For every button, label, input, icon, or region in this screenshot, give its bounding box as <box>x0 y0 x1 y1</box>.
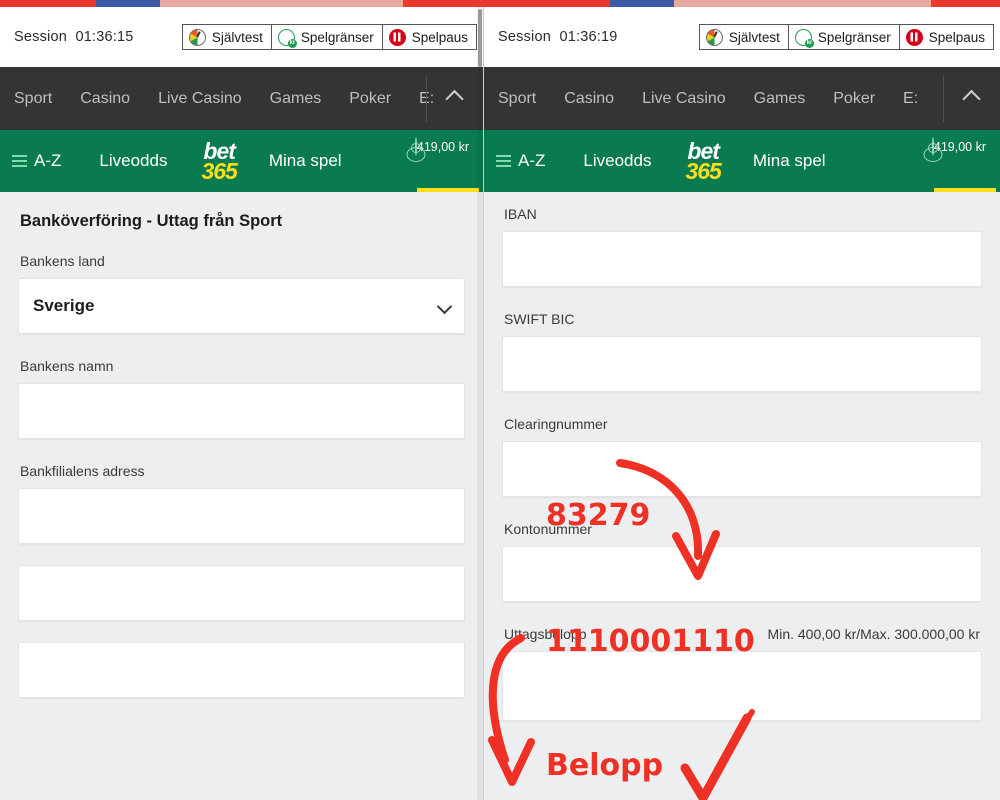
session-bar-right: Session 01:36:19 Självtest Spelgränser S… <box>484 7 1000 67</box>
nav-item-liveodds[interactable]: Liveodds <box>583 151 651 171</box>
account-balance-button-left[interactable]: 419,00 kr <box>414 137 469 156</box>
nav-item-liveodds[interactable]: Liveodds <box>99 151 167 171</box>
chevron-up-icon[interactable] <box>962 89 981 108</box>
spelpaus-button-left[interactable]: Spelpaus <box>381 24 477 50</box>
nav-divider <box>426 75 427 122</box>
hamburger-icon <box>496 155 511 167</box>
browser-tab-segment-blue-1 <box>96 0 160 7</box>
uttagsbelopp-limits: Min. 400,00 kr/Max. 300.000,00 kr <box>767 626 980 642</box>
nav-item-casino[interactable]: Casino <box>564 90 614 108</box>
sjalvtest-button-right[interactable]: Självtest <box>698 24 788 50</box>
page-title: Banköverföring - Uttag från Sport <box>20 212 283 230</box>
primary-nav-right: Sport Casino Live Casino Games Poker E: <box>484 67 1000 130</box>
a-z-label: A-Z <box>518 151 546 170</box>
screenshot-root: Session 01:36:15 Självtest Spelgränser S… <box>0 0 1000 800</box>
account-balance-button-right[interactable]: 419,00 kr <box>931 137 986 156</box>
browser-tab-segment-blue-2 <box>610 0 674 7</box>
primary-nav-left: Sport Casino Live Casino Games Poker E: <box>0 67 483 130</box>
coin-kr-icon <box>277 28 297 48</box>
nav-item-sport[interactable]: Sport <box>498 90 536 108</box>
pause-icon <box>905 28 923 46</box>
bankfilialens-adress-input-1[interactable] <box>18 488 465 544</box>
a-z-label: A-Z <box>34 151 62 170</box>
nav-item-live-casino[interactable]: Live Casino <box>642 90 726 108</box>
chevron-up-icon[interactable] <box>445 89 464 108</box>
nav-item-casino[interactable]: Casino <box>80 90 130 108</box>
spelpaus-label: Spelpaus <box>411 29 468 45</box>
bankens-land-value: Sverige <box>33 296 95 315</box>
bankfilialens-adress-input-3[interactable] <box>18 642 465 698</box>
session-timer-right: Session 01:36:19 <box>498 29 618 45</box>
spelgranser-label: Spelgränser <box>817 29 891 45</box>
nav-item-games[interactable]: Games <box>270 90 322 108</box>
nav-item-poker[interactable]: Poker <box>833 90 875 108</box>
brand-bar-right: A-Z Liveodds bet 365 Mina spel 419,00 kr <box>484 130 1000 192</box>
gauge-icon <box>188 28 206 46</box>
nav-item-poker[interactable]: Poker <box>349 90 391 108</box>
responsible-gaming-buttons-left: Självtest Spelgränser Spelpaus <box>181 24 477 50</box>
logo-365: 365 <box>201 158 237 184</box>
brand-bar-left: A-Z Liveodds bet 365 Mina spel 419,00 kr <box>0 130 483 192</box>
sidebar-item-a-z[interactable]: A-Z <box>496 151 545 171</box>
bankfilialens-adress-input-2[interactable] <box>18 565 465 621</box>
gauge-icon <box>705 28 723 46</box>
uttagsbelopp-label-row: Uttagsbelopp Min. 400,00 kr/Max. 300.000… <box>502 626 982 651</box>
label-uttagsbelopp: Uttagsbelopp <box>504 626 587 642</box>
spelpaus-label: Spelpaus <box>928 29 985 45</box>
nav-item-sport[interactable]: Sport <box>14 90 52 108</box>
iban-input[interactable] <box>502 231 982 287</box>
clearingnummer-input[interactable] <box>502 441 982 497</box>
nav-item-mina-spel[interactable]: Mina spel <box>269 151 342 171</box>
label-iban: IBAN <box>504 206 537 222</box>
label-kontonummer: Kontonummer <box>504 521 592 537</box>
bankens-land-select[interactable]: Sverige <box>18 278 465 334</box>
bet365-logo[interactable]: bet 365 <box>685 139 721 184</box>
bankens-namn-input[interactable] <box>18 383 465 439</box>
swift-bic-input[interactable] <box>502 336 982 392</box>
label-swift-bic: SWIFT BIC <box>504 311 575 327</box>
nav-divider <box>943 75 944 122</box>
user-avatar-icon <box>414 137 417 156</box>
nav-item-live-casino[interactable]: Live Casino <box>158 90 242 108</box>
kontonummer-input[interactable] <box>502 546 982 602</box>
browser-tab-segment-light-1 <box>160 0 403 7</box>
spelgranser-button-left[interactable]: Spelgränser <box>270 24 382 50</box>
sjalvtest-button-left[interactable]: Självtest <box>181 24 271 50</box>
phone-panel-left: Session 01:36:15 Självtest Spelgränser S… <box>0 7 483 800</box>
hamburger-icon <box>12 155 27 167</box>
withdrawal-form-left: Banköverföring - Uttag från Sport Banken… <box>0 192 483 800</box>
responsible-gaming-buttons-right: Självtest Spelgränser Spelpaus <box>698 24 994 50</box>
nav-item-esports[interactable]: E: <box>903 90 918 108</box>
nav-item-mina-spel[interactable]: Mina spel <box>753 151 826 171</box>
uttagsbelopp-input[interactable] <box>502 651 982 721</box>
withdrawal-form-right: IBAN SWIFT BIC Clearingnummer Kontonumme… <box>484 192 1000 800</box>
bet365-logo[interactable]: bet 365 <box>201 139 237 184</box>
session-bar-left: Session 01:36:15 Självtest Spelgränser S… <box>0 7 483 67</box>
session-timer-left: Session 01:36:15 <box>14 29 134 45</box>
browser-top-strip <box>0 0 1000 7</box>
label-clearingnummer: Clearingnummer <box>504 416 608 432</box>
label-bankfilialens-adress: Bankfilialens adress <box>20 463 145 479</box>
sjalvtest-label: Självtest <box>211 29 263 45</box>
phone-panel-right: Session 01:36:19 Självtest Spelgränser S… <box>483 7 1000 800</box>
spelgranser-label: Spelgränser <box>300 29 374 45</box>
nav-item-games[interactable]: Games <box>754 90 806 108</box>
sidebar-item-a-z[interactable]: A-Z <box>12 151 61 171</box>
pause-icon <box>388 28 406 46</box>
chevron-down-icon <box>436 298 453 314</box>
label-bankens-land: Bankens land <box>20 253 105 269</box>
label-bankens-namn: Bankens namn <box>20 358 114 374</box>
spelpaus-button-right[interactable]: Spelpaus <box>898 24 994 50</box>
spelgranser-button-right[interactable]: Spelgränser <box>787 24 899 50</box>
logo-365: 365 <box>685 158 721 184</box>
coin-kr-icon <box>794 28 814 48</box>
browser-tab-segment-light-2 <box>674 0 931 7</box>
user-avatar-icon <box>931 137 934 156</box>
sjalvtest-label: Självtest <box>728 29 780 45</box>
